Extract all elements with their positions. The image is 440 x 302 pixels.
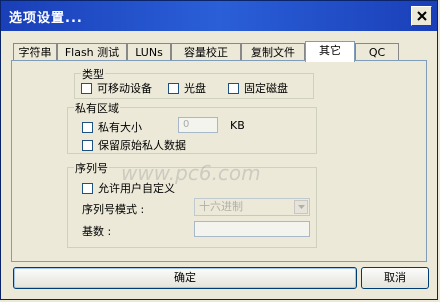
removable-label: 可移动设备 xyxy=(97,82,152,95)
tab-luns[interactable]: LUNs xyxy=(127,43,171,61)
base-input[interactable] xyxy=(194,221,310,237)
options-dialog: 选项设置... 字符串 Flash 测试 LUNs 容量校正 复制文件 其它 Q… xyxy=(0,0,438,300)
checkbox-box[interactable] xyxy=(228,82,239,94)
private-area-title: 私有区域 xyxy=(74,100,120,116)
private-size-unit: KB xyxy=(230,119,245,132)
keep-private-data-label: 保留原始私人数据 xyxy=(98,139,186,152)
keep-private-data-checkbox[interactable]: 保留原始私人数据 xyxy=(82,137,186,153)
checkbox-box[interactable] xyxy=(82,182,93,194)
tab-copy-files[interactable]: 复制文件 xyxy=(241,43,305,61)
private-size-checkbox[interactable]: 私有大小 xyxy=(82,119,142,135)
serial-mode-value: 十六进制 xyxy=(199,200,243,213)
checkbox-box[interactable] xyxy=(82,121,93,133)
checkbox-box[interactable] xyxy=(81,82,92,94)
base-label: 基数 : xyxy=(82,225,112,238)
tab-capacity-fix[interactable]: 容量校正 xyxy=(171,43,241,61)
serial-group-title: 序列号 xyxy=(74,160,109,176)
close-icon xyxy=(416,11,427,21)
fixed-disk-label: 固定磁盘 xyxy=(244,82,288,95)
close-button[interactable] xyxy=(411,6,432,26)
cdrom-label: 光盘 xyxy=(184,82,206,95)
removable-checkbox[interactable]: 可移动设备 xyxy=(81,80,152,96)
cancel-button[interactable]: 取消 xyxy=(361,267,429,289)
checkbox-box[interactable] xyxy=(168,82,179,94)
serial-mode-label: 序列号模式 : xyxy=(82,203,145,216)
private-size-input[interactable]: 0 xyxy=(178,117,218,133)
fixed-disk-checkbox[interactable]: 固定磁盘 xyxy=(228,80,288,96)
ok-button[interactable]: 确定 xyxy=(13,267,357,289)
chevron-down-icon[interactable] xyxy=(294,200,308,214)
serial-mode-select[interactable]: 十六进制 xyxy=(194,198,310,216)
tab-other[interactable]: 其它 xyxy=(305,41,355,62)
title-bar[interactable]: 选项设置... xyxy=(1,1,437,31)
private-area-group: 私有区域 私有大小 0 KB 保留原始私人数据 xyxy=(67,100,317,154)
watermark: www.pc6.com xyxy=(121,161,261,185)
tab-strings[interactable]: 字符串 xyxy=(13,43,57,61)
window-title: 选项设置... xyxy=(9,11,83,26)
cdrom-checkbox[interactable]: 光盘 xyxy=(168,80,206,96)
private-size-label: 私有大小 xyxy=(98,121,142,134)
checkbox-box[interactable] xyxy=(82,139,93,151)
tab-flash-test[interactable]: Flash 测试 xyxy=(57,43,127,61)
type-group: 类型 可移动设备 光盘 固定磁盘 xyxy=(74,66,314,99)
tab-qc[interactable]: QC xyxy=(355,43,399,61)
